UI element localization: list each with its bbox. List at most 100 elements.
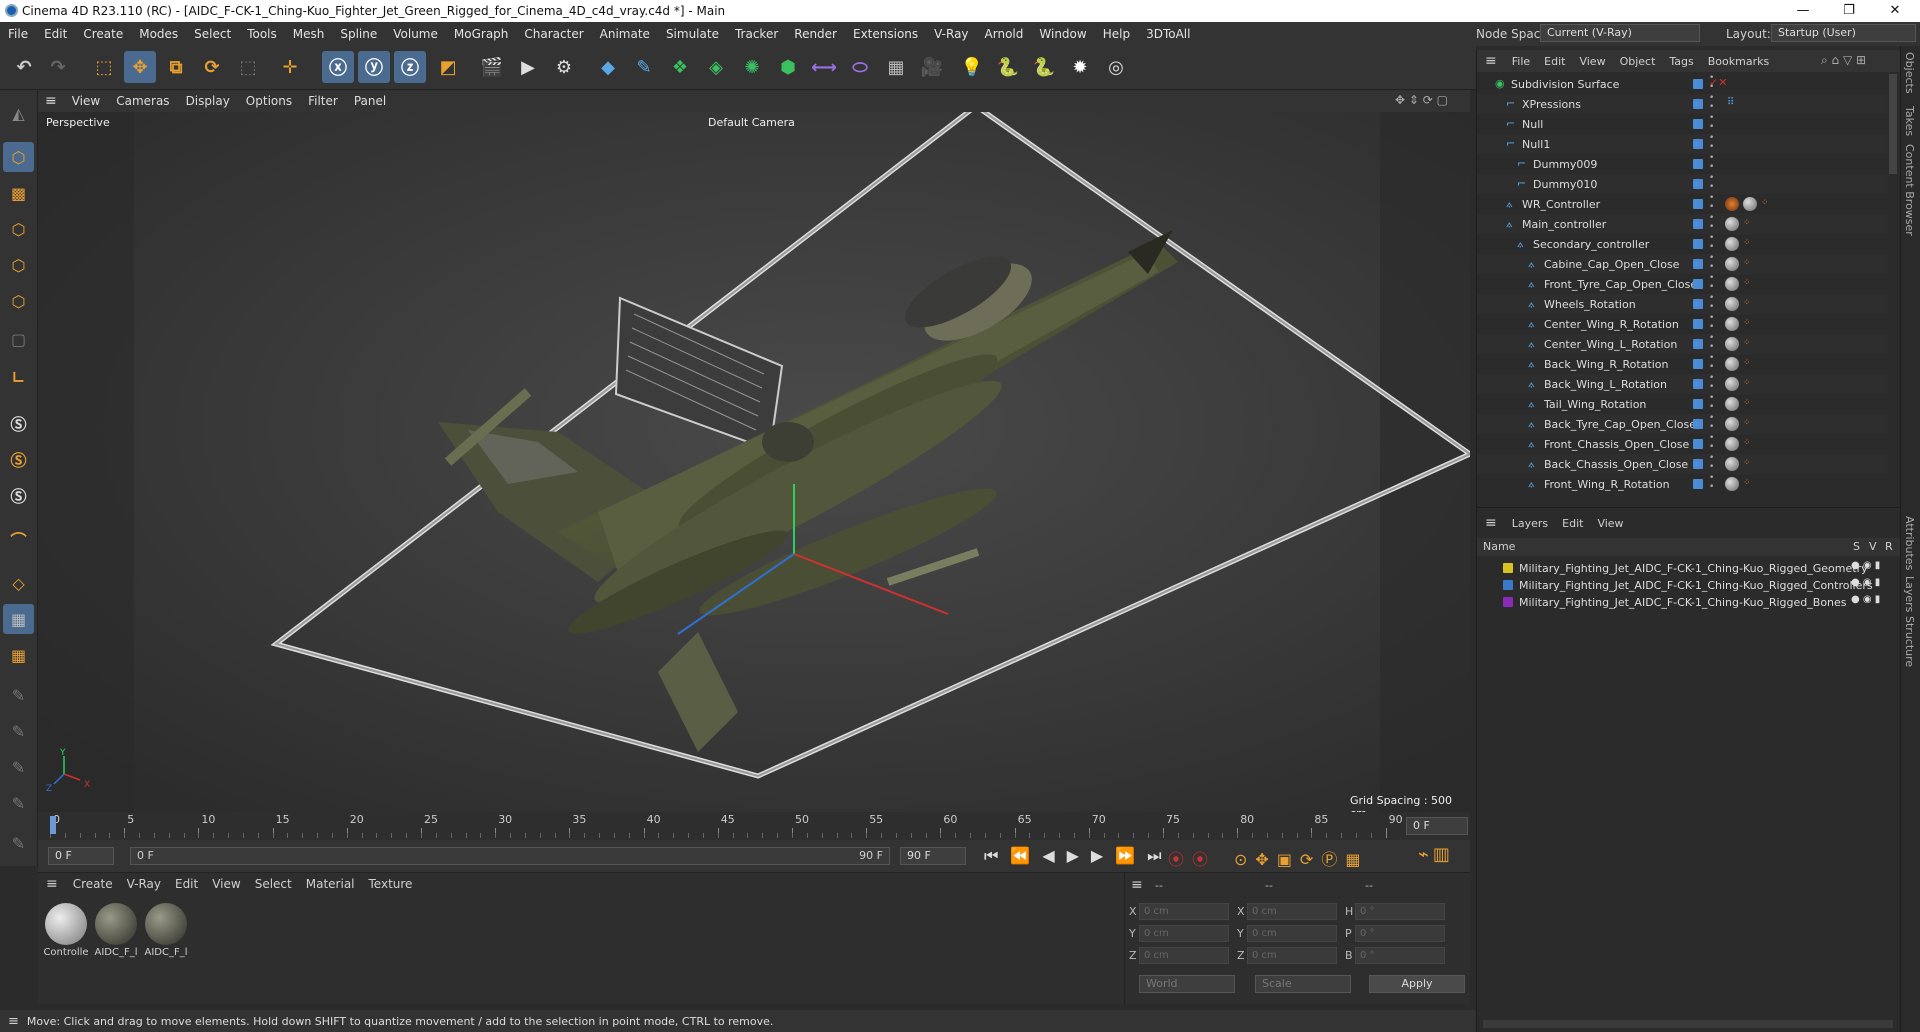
material-tag-icon[interactable]	[1725, 337, 1739, 351]
snap-icon[interactable]: Ⓢ	[3, 408, 34, 438]
layer-color-swatch[interactable]	[1693, 79, 1703, 89]
coordinate-system-icon[interactable]: ◩	[432, 51, 464, 83]
layer-color-swatch[interactable]	[1693, 179, 1703, 189]
camera-icon[interactable]: 🎥	[916, 51, 948, 83]
layer-color-swatch[interactable]	[1693, 319, 1703, 329]
layer-color-swatch[interactable]	[1503, 563, 1513, 573]
constraint-tag-icon[interactable]: ⁘	[1743, 218, 1751, 228]
layer-scrollbar[interactable]	[1483, 1020, 1893, 1028]
brush-icon[interactable]: ✎	[3, 752, 34, 782]
obj-menu-edit[interactable]: Edit	[1537, 55, 1572, 68]
start-frame-field[interactable]: 0 F	[48, 847, 114, 865]
constraint-tag-icon[interactable]: ⁘	[1743, 278, 1751, 288]
menu-3dtoall[interactable]: 3DToAll	[1138, 27, 1198, 41]
layer-color-swatch[interactable]	[1693, 479, 1703, 489]
field-icon[interactable]: ⬭	[844, 51, 876, 83]
viewport-menu-cameras[interactable]: Cameras	[108, 94, 177, 108]
visibility-dots[interactable]: • •	[1709, 234, 1714, 252]
object-row[interactable]: ⟑ Secondary_controller • • ⁘	[1477, 234, 1887, 254]
coord-value-field[interactable]: 0 cm	[1139, 925, 1229, 942]
constraint-tag-icon[interactable]: ⁘	[1743, 458, 1751, 468]
material-tag-icon[interactable]	[1725, 397, 1739, 411]
layer-flag-icons[interactable]: ● ◉ ▮	[1851, 577, 1880, 588]
layer-hamburger-icon[interactable]: ≡	[1477, 515, 1505, 531]
material-swatch[interactable]: AIDC_F_l	[92, 903, 140, 983]
layer-color-swatch[interactable]	[1693, 139, 1703, 149]
visibility-dots[interactable]: • •	[1709, 354, 1714, 372]
mat-menu-v-ray[interactable]: V-Ray	[120, 877, 168, 891]
end-frame-field[interactable]: 90 F	[900, 847, 966, 865]
layer-color-swatch[interactable]	[1693, 239, 1703, 249]
status-hamburger-icon[interactable]: ≡	[0, 1014, 27, 1029]
menu-mesh[interactable]: Mesh	[285, 27, 333, 41]
tab-structure[interactable]: Structure	[1903, 616, 1916, 667]
visibility-dots[interactable]: • •	[1709, 254, 1714, 272]
timeline-ruler[interactable]: 0 5 10 15 20 25 30 35 40 45 50 55 60 65 70 75 80 85 90 0 F	[38, 812, 1470, 840]
layer-menu-edit[interactable]: Edit	[1555, 517, 1590, 530]
tab-layers[interactable]: Layers	[1903, 576, 1916, 612]
object-row[interactable]: ⟑ Back_Wing_R_Rotation • • ⁘	[1477, 354, 1887, 374]
menu-extensions[interactable]: Extensions	[845, 27, 926, 41]
mat-menu-edit[interactable]: Edit	[168, 877, 205, 891]
obj-scrollbar[interactable]	[1889, 74, 1897, 174]
axis-mode-icon[interactable]: ∟	[3, 362, 34, 392]
menu-tools[interactable]: Tools	[239, 27, 285, 41]
layer-menu-layers[interactable]: Layers	[1505, 517, 1555, 530]
constraint-tag-icon[interactable]: ⁘	[1743, 258, 1751, 268]
cloner-icon[interactable]: ✺	[736, 51, 768, 83]
menu-v-ray[interactable]: V-Ray	[926, 27, 976, 41]
constraint-tag-icon[interactable]: ⁘	[1743, 338, 1751, 348]
workplane-icon[interactable]: ◇	[3, 568, 34, 598]
layer-flag-icons[interactable]: ● ◉ ▮	[1851, 560, 1880, 571]
live-selection-icon[interactable]: ⬚	[88, 51, 120, 83]
object-row[interactable]: ⌐ Null • •	[1477, 114, 1887, 134]
rotate-icon[interactable]: ⟳	[196, 51, 228, 83]
render-region-icon[interactable]: 🎬	[476, 51, 508, 83]
subdivision-icon[interactable]: ❖	[664, 51, 696, 83]
paint-icon[interactable]: ✎	[3, 680, 34, 710]
obj-search-icons[interactable]: ⌕ ⌂ ▽ ⊞	[1821, 53, 1866, 68]
layer-color-swatch[interactable]	[1693, 159, 1703, 169]
tab-objects[interactable]: Objects	[1903, 52, 1916, 94]
object-row[interactable]: ⟑ Back_Wing_L_Rotation • • ⁘	[1477, 374, 1887, 394]
select-disabled-icon[interactable]: ⬚	[232, 51, 264, 83]
texture-mode-icon[interactable]: ▩	[3, 178, 34, 208]
points-mode-icon[interactable]: ⬡	[3, 214, 34, 244]
constraint-tag-icon[interactable]: ⁘	[1743, 238, 1751, 248]
scale-icon[interactable]: ⧉	[160, 51, 192, 83]
obj-menu-view[interactable]: View	[1572, 55, 1612, 68]
layer-color-swatch[interactable]	[1693, 439, 1703, 449]
model-mode-icon[interactable]: ⬡	[3, 142, 34, 172]
constraint-tag-icon[interactable]: ⁘	[1761, 198, 1769, 208]
knife-icon[interactable]: ✎	[3, 788, 34, 818]
undo-icon[interactable]: ↶	[8, 51, 40, 83]
menu-character[interactable]: Character	[516, 27, 591, 41]
material-tag-icon[interactable]	[1725, 357, 1739, 371]
coord-value-field[interactable]: 0 cm	[1139, 903, 1229, 920]
coord-value-field[interactable]: 0 °	[1355, 947, 1445, 964]
xpresso-icon[interactable]: ⠿	[1727, 97, 1734, 108]
mat-menu-view[interactable]: View	[205, 877, 247, 891]
material-tag-icon[interactable]	[1725, 417, 1739, 431]
visibility-dots[interactable]: • •	[1709, 154, 1714, 172]
mograph-icon[interactable]: ⬢	[772, 51, 804, 83]
extra-tool-icon[interactable]: ✎	[3, 828, 34, 858]
layer-color-swatch[interactable]	[1503, 580, 1513, 590]
minimize-button[interactable]: —	[1780, 0, 1826, 22]
layer-flag-icons[interactable]: ● ◉ ▮	[1851, 594, 1880, 605]
material-tag-icon[interactable]	[1725, 277, 1739, 291]
make-editable-icon[interactable]: ◭	[3, 98, 34, 128]
layer-color-swatch[interactable]	[1693, 199, 1703, 209]
close-button[interactable]: ✕	[1872, 0, 1918, 22]
render-view-icon[interactable]: ▶	[512, 51, 544, 83]
menu-spline[interactable]: Spline	[332, 27, 385, 41]
coord-value-field[interactable]: 0 °	[1355, 903, 1445, 920]
layer-color-swatch[interactable]	[1693, 279, 1703, 289]
mat-menu-create[interactable]: Create	[66, 877, 120, 891]
constraint-tag-icon[interactable]: ⁘	[1743, 418, 1751, 428]
xpresso-tag-icon[interactable]	[1725, 197, 1739, 211]
visibility-dots[interactable]: • •	[1709, 434, 1714, 452]
layer-color-swatch[interactable]	[1693, 119, 1703, 129]
visibility-dots[interactable]: • •	[1709, 394, 1714, 412]
menu-simulate[interactable]: Simulate	[658, 27, 727, 41]
